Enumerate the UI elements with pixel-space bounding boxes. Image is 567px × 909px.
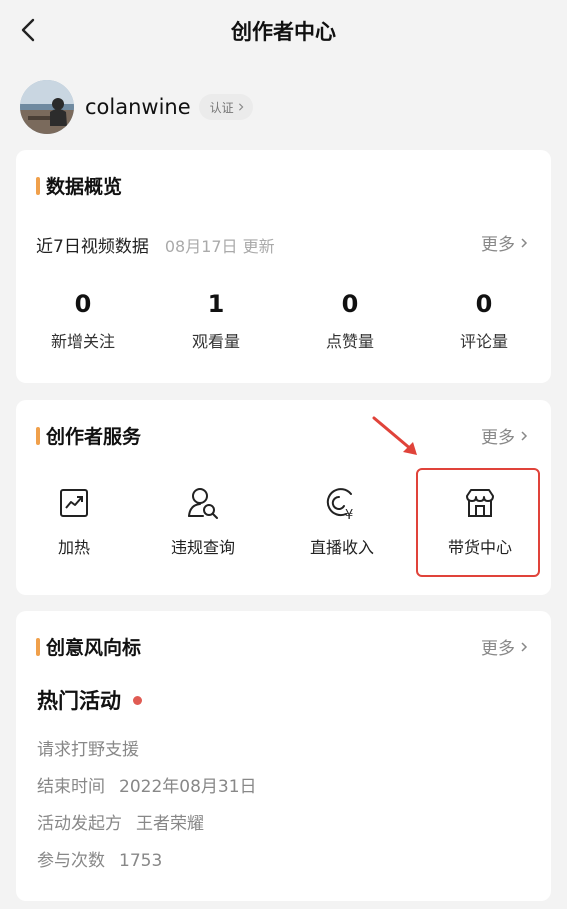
chevron-right-icon — [238, 103, 244, 111]
stat-value: 0 — [341, 290, 359, 318]
stat-label: 新增关注 — [50, 332, 115, 351]
creator-services-title: 创作者服务 — [36, 422, 141, 449]
trend-chart-icon — [60, 489, 88, 517]
service-label: 违规查询 — [170, 538, 235, 557]
service-boost[interactable]: 加热 — [7, 486, 141, 558]
title-accent-bar — [36, 176, 40, 195]
stat-new-followers[interactable]: 0 新增关注 — [16, 290, 150, 352]
verify-badge[interactable]: 认证 — [198, 94, 253, 120]
creative-trends-title-text: 创意风向标 — [46, 637, 142, 659]
service-live-income[interactable]: ¥ 直播收入 — [275, 486, 409, 558]
end-time-label: 结束时间 — [37, 777, 105, 797]
trends-more-label: 更多 — [481, 639, 515, 659]
page-title: 创作者中心 — [231, 20, 336, 44]
stat-views[interactable]: 1 观看量 — [149, 290, 283, 352]
service-label: 加热 — [57, 538, 90, 557]
services-more-label: 更多 — [481, 428, 515, 448]
service-violation-check[interactable]: 违规查询 — [136, 486, 270, 558]
trends-more-link[interactable]: 更多 — [481, 634, 529, 659]
stat-value: 0 — [74, 290, 92, 318]
activity-participation: 参与次数 1753 — [37, 846, 162, 871]
video-data-subheader: 近7日视频数据 08月17日 更新 — [36, 232, 275, 257]
stat-label: 观看量 — [191, 332, 240, 351]
stat-likes[interactable]: 0 点赞量 — [283, 290, 417, 352]
profile-row: colanwine 认证 — [20, 80, 253, 134]
overview-more-link[interactable]: 更多 — [481, 230, 529, 255]
user-search-icon — [188, 488, 218, 519]
stat-label: 评论量 — [459, 332, 508, 351]
creative-trends-card: 创意风向标 更多 热门活动 请求打野支援 结束时间 2022年08月31日 活动发… — [16, 611, 551, 901]
sponsor-value: 王者荣耀 — [136, 814, 204, 834]
creator-services-card: 创作者服务 更多 加热 违规查询 ¥ 直播收入 带货中心 — [16, 400, 551, 595]
chevron-right-icon — [521, 237, 528, 248]
new-dot-indicator — [133, 695, 142, 705]
title-accent-bar — [36, 426, 40, 445]
creative-trends-title: 创意风向标 — [36, 633, 141, 660]
activity-end-time: 结束时间 2022年08月31日 — [37, 772, 257, 797]
data-overview-title-text: 数据概览 — [46, 176, 123, 198]
stat-value: 0 — [475, 290, 493, 318]
service-label: 直播收入 — [309, 538, 374, 557]
video-data-label: 近7日视频数据 — [36, 237, 149, 257]
participation-value: 1753 — [119, 851, 163, 871]
annotation-arrow — [372, 416, 417, 455]
highlight-box — [416, 468, 540, 577]
data-overview-card: 数据概览 近7日视频数据 08月17日 更新 更多 0 新增关注 1 观看量 0… — [16, 150, 551, 383]
verify-badge-label: 认证 — [209, 100, 234, 115]
update-date: 08月17日 更新 — [164, 237, 275, 256]
nav-bar: 创作者中心 — [0, 0, 567, 62]
hot-activity-title-text: 热门活动 — [37, 689, 121, 713]
live-income-icon: ¥ — [326, 488, 353, 520]
end-time-value: 2022年08月31日 — [119, 777, 257, 797]
sponsor-label: 活动发起方 — [37, 814, 122, 834]
chevron-right-icon — [521, 641, 528, 652]
participation-label: 参与次数 — [37, 851, 105, 871]
services-more-link[interactable]: 更多 — [481, 423, 529, 448]
title-accent-bar — [36, 637, 40, 656]
username: colanwine — [85, 95, 191, 119]
data-overview-title: 数据概览 — [36, 172, 122, 199]
creator-services-title-text: 创作者服务 — [46, 426, 142, 448]
stat-value: 1 — [207, 290, 225, 318]
svg-text:¥: ¥ — [345, 508, 353, 520]
chevron-right-icon — [521, 430, 528, 441]
overview-more-label: 更多 — [481, 235, 515, 255]
activity-sponsor: 活动发起方 王者荣耀 — [37, 809, 204, 834]
hot-activity-title[interactable]: 热门活动 — [37, 685, 142, 715]
stat-label: 点赞量 — [325, 332, 374, 351]
stat-comments[interactable]: 0 评论量 — [417, 290, 551, 352]
activity-description: 请求打野支援 — [37, 740, 139, 760]
avatar[interactable] — [20, 80, 74, 134]
